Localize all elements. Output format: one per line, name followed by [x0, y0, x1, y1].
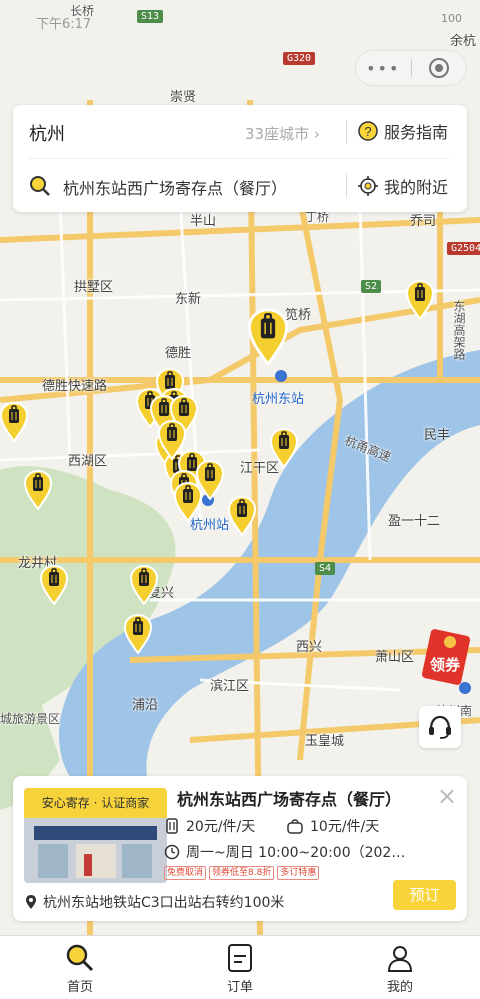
- tab-label: 首页: [66, 980, 93, 995]
- locker-pin[interactable]: [23, 469, 53, 511]
- help-icon: ?: [358, 121, 378, 141]
- locker-pin[interactable]: [39, 564, 69, 606]
- city-selector[interactable]: 杭州: [29, 120, 65, 146]
- map-label: 浦沿: [132, 698, 159, 713]
- locker-pin[interactable]: [173, 481, 203, 523]
- map-label: 拱墅区: [74, 280, 114, 295]
- locker-pin[interactable]: [123, 613, 153, 655]
- map-label: 萧山区: [375, 650, 415, 665]
- city-count-link[interactable]: 33座城市 ›: [245, 123, 320, 144]
- highway-shield: S2: [361, 280, 382, 293]
- close-card-button[interactable]: ×: [437, 784, 457, 808]
- map-label: 乔司: [410, 214, 437, 229]
- map-label: 盈一十二: [388, 514, 441, 529]
- divider: [346, 174, 347, 198]
- store-photo: 安心寄存 · 认证商家: [24, 788, 167, 883]
- search-icon: [66, 944, 94, 972]
- locker-pin[interactable]: [0, 401, 29, 443]
- business-hours: 周一~周日 10:00~20:00（202…: [164, 842, 405, 862]
- location-pin-icon: [26, 895, 36, 909]
- bottom-tab-bar: 首页 订单 我的: [0, 935, 480, 999]
- map-label: 德胜快速路: [42, 379, 108, 394]
- customer-service-button[interactable]: [419, 706, 461, 748]
- badge: 领券低至8.8折: [209, 866, 275, 880]
- badge: 多订特惠: [277, 866, 320, 880]
- locker-pin[interactable]: [269, 427, 299, 469]
- order-icon: [228, 944, 252, 972]
- locker-pin[interactable]: [157, 419, 187, 461]
- highway-shield: G2504: [447, 242, 480, 255]
- clock-icon: [164, 844, 180, 860]
- highway-shield: S4: [315, 562, 336, 575]
- nearby-label: 我的附近: [384, 178, 449, 197]
- profile-icon: [387, 946, 413, 972]
- battery-indicator: 100: [441, 12, 462, 25]
- divider: [346, 120, 347, 144]
- map-label: 东新: [175, 292, 202, 307]
- coupon-label: 领券: [430, 656, 461, 674]
- storefront-image: [24, 818, 167, 883]
- map-label: 德胜: [165, 346, 192, 361]
- store-info-card[interactable]: 安心寄存 · 认证商家 杭州东站西广场寄存点（餐厅） × 20元/件/天 10元…: [13, 776, 467, 921]
- selected-locker-pin[interactable]: [247, 308, 289, 367]
- map-label: 崇贤: [170, 90, 197, 105]
- map-label: 笕桥: [285, 308, 312, 323]
- service-guide-label: 服务指南: [384, 123, 449, 142]
- price-small-luggage: 10元/件/天: [286, 816, 379, 836]
- nearby-button[interactable]: 我的附近: [358, 174, 448, 198]
- map-label: 玉皇城: [305, 734, 345, 749]
- search-icon: [30, 176, 50, 196]
- locker-pin[interactable]: [129, 564, 159, 606]
- badge: 免费取消: [164, 866, 207, 880]
- tab-profile[interactable]: 我的: [320, 936, 480, 999]
- map-label: 东湖高架路: [452, 300, 466, 360]
- map-label: 滨江区: [210, 679, 250, 694]
- book-button[interactable]: 预订: [393, 880, 456, 910]
- suitcase-icon: [166, 818, 178, 834]
- price-large-text: 20元/件/天: [186, 819, 256, 835]
- highway-shield: G320: [283, 52, 316, 65]
- status-time: 下午6:17: [36, 17, 92, 32]
- tab-home[interactable]: 首页: [0, 936, 160, 999]
- tab-label: 订单: [226, 980, 253, 995]
- close-miniprogram-button[interactable]: [412, 57, 467, 79]
- map-label: 余杭: [450, 34, 477, 49]
- svg-text:?: ?: [364, 124, 371, 139]
- price-small-text: 10元/件/天: [310, 819, 380, 835]
- service-guide-button[interactable]: ? 服务指南: [358, 119, 448, 143]
- map-label: 民丰: [424, 428, 451, 443]
- map-label: 半山: [190, 214, 217, 229]
- store-name: 杭州东站西广场寄存点（餐厅）: [177, 790, 402, 809]
- coupon-redpacket[interactable]: 领券: [420, 622, 480, 690]
- promo-badges: 免费取消 领券低至8.8折 多订特惠: [164, 866, 320, 880]
- tab-orders[interactable]: 订单: [160, 936, 320, 999]
- city-count-text: 33座城市: [245, 125, 310, 143]
- miniprogram-capsule: •••: [355, 50, 467, 86]
- highway-shield: S13: [137, 10, 164, 23]
- locker-pin[interactable]: [405, 279, 435, 321]
- map-label: 西湖区: [68, 454, 108, 469]
- chevron-right-icon: ›: [313, 125, 320, 143]
- store-address: 杭州东站地铁站C3口出站右转约100米: [25, 892, 284, 912]
- city-row: 杭州 33座城市 › ? 服务指南: [13, 105, 467, 158]
- search-row: 杭州东站西广场寄存点（餐厅） 我的附近: [13, 159, 467, 212]
- price-large-luggage: 20元/件/天: [164, 816, 255, 836]
- target-icon: [428, 58, 449, 78]
- tab-label: 我的: [386, 980, 413, 995]
- search-input[interactable]: 杭州东站西广场寄存点（餐厅）: [63, 175, 287, 199]
- headset-icon: [429, 715, 451, 739]
- map-label: 城旅游景区: [0, 712, 61, 726]
- locate-icon: [358, 176, 378, 196]
- address-text: 杭州东站地铁站C3口出站右转约100米: [43, 895, 285, 911]
- search-card: 杭州 33座城市 › ? 服务指南 杭州东站西广场寄存点（餐厅） 我的附近: [13, 105, 467, 212]
- map-label: 西兴: [296, 640, 323, 655]
- bag-icon: [287, 819, 303, 834]
- locker-pin[interactable]: [227, 495, 257, 537]
- map-label: 杭州东站: [252, 392, 305, 407]
- more-button[interactable]: •••: [356, 59, 411, 78]
- hours-text: 周一~周日 10:00~20:00（202…: [186, 845, 406, 861]
